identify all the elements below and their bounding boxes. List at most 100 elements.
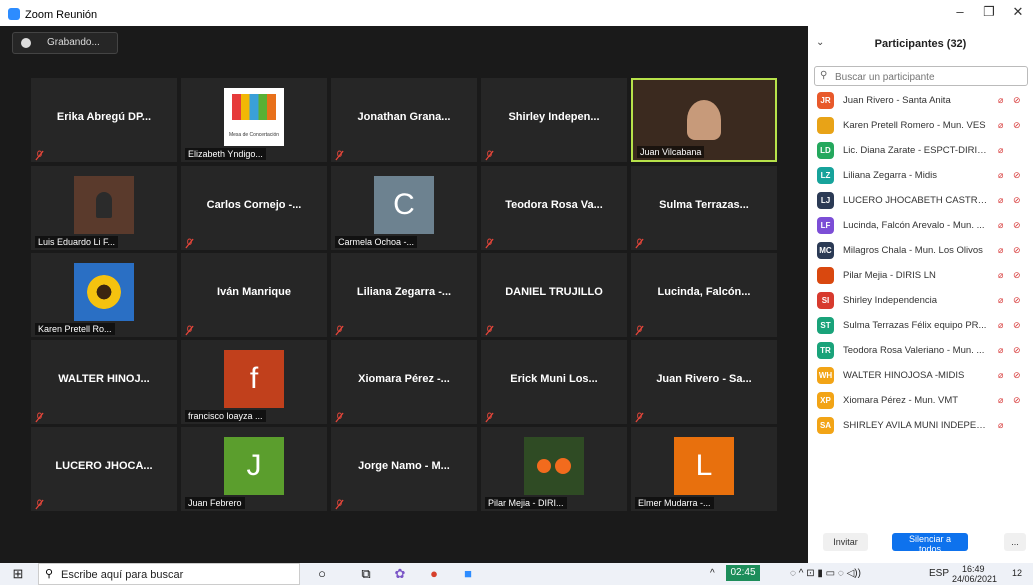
tray-icons[interactable]: ◌ ^ ⊡ ▮ ▭ ◌ ◁)) (790, 568, 861, 579)
participant-row[interactable]: MC Milagros Chala - Mun. Los Olivos ⌀ ⊘ (808, 238, 1033, 263)
video-tile[interactable]: Sulma Terrazas... (631, 166, 777, 250)
zoom-taskbar-icon[interactable]: ■ (460, 566, 476, 582)
video-tile[interactable]: LUCERO JHOCA... (31, 427, 177, 511)
video-tile[interactable]: Juan Vilcabana (631, 78, 777, 162)
mic-muted-icon[interactable]: ⌀ (998, 370, 1003, 381)
video-tile[interactable]: Carlos Cornejo -... (181, 166, 327, 250)
avatar: Mesa de Concertación (224, 88, 284, 146)
minimize-button[interactable]: – (950, 4, 970, 19)
app-icon[interactable]: ✿ (392, 566, 408, 582)
participant-label: Juan Vilcabana (637, 146, 705, 158)
participant-label: Pilar Mejia - DIRI... (485, 497, 567, 509)
search-input[interactable] (833, 69, 1022, 85)
mic-muted-icon[interactable]: ⌀ (998, 120, 1003, 131)
participant-row[interactable]: LZ Liliana Zegarra - Midis ⌀ ⊘ (808, 163, 1033, 188)
mic-muted-icon[interactable]: ⌀ (998, 295, 1003, 306)
video-tile[interactable]: Xiomara Pérez -... (331, 340, 477, 424)
mic-muted-icon[interactable]: ⌀ (998, 270, 1003, 281)
mic-muted-icon[interactable]: ⌀ (998, 345, 1003, 356)
mute-all-button[interactable]: Silenciar a todos (892, 533, 968, 554)
video-off-icon[interactable]: ⊘ (1013, 295, 1021, 306)
video-tile[interactable]: Jorge Namo - M... (331, 427, 477, 511)
windows-start-icon[interactable]: ⊞ (10, 566, 26, 582)
video-tile[interactable]: Pilar Mejia - DIRI... (481, 427, 627, 511)
avatar: TR (817, 342, 834, 359)
video-tile[interactable]: Erika Abregú DP... (31, 78, 177, 162)
participant-row[interactable]: LJ LUCERO JHOCABETH CASTRO S... ⌀ ⊘ (808, 188, 1033, 213)
video-tile[interactable]: Jonathan Grana... (331, 78, 477, 162)
cortana-icon[interactable]: ○ (314, 566, 330, 582)
recording-indicator[interactable]: Grabando... (12, 32, 118, 54)
logo-text: Mesa de Concertación (228, 132, 280, 138)
language-indicator[interactable]: ESP (929, 568, 949, 579)
participant-row[interactable]: WH WALTER HINOJOSA -MIDIS ⌀ ⊘ (808, 363, 1033, 388)
mic-muted-icon[interactable]: ⌀ (998, 420, 1003, 431)
taskbar-search[interactable]: ⚲ Escribe aquí para buscar (38, 563, 300, 585)
video-off-icon[interactable]: ⊘ (1013, 270, 1021, 281)
mic-muted-icon[interactable]: ⌀ (998, 245, 1003, 256)
video-tile[interactable]: Shirley Indepen... (481, 78, 627, 162)
video-off-icon[interactable]: ⊘ (1013, 370, 1021, 381)
notifications-badge[interactable]: 12 (1012, 568, 1022, 578)
participant-name: Lic. Diana Zarate - ESPCT-DIRIS LN (843, 145, 991, 156)
participant-row[interactable]: LF Lucinda, Falcón Arevalo - Mun. ... ⌀ ⊘ (808, 213, 1033, 238)
chevron-up-icon[interactable]: ^ (710, 568, 715, 579)
task-view-icon[interactable]: ⧉ (358, 566, 374, 582)
participant-row[interactable]: Pilar Mejia - DIRIS LN ⌀ ⊘ (808, 263, 1033, 288)
video-tile[interactable]: Lucinda, Falcón... (631, 253, 777, 337)
participant-row[interactable]: XP Xiomara Pérez - Mun. VMT ⌀ ⊘ (808, 388, 1033, 413)
mic-muted-icon[interactable]: ⌀ (998, 220, 1003, 231)
video-tile[interactable]: Erick Muni Los... (481, 340, 627, 424)
video-tile[interactable]: Karen Pretell Ro... (31, 253, 177, 337)
participant-row[interactable]: ST Sulma Terrazas Félix equipo PR... ⌀ ⊘ (808, 313, 1033, 338)
video-off-icon[interactable]: ⊘ (1013, 120, 1021, 131)
video-off-icon[interactable]: ⊘ (1013, 220, 1021, 231)
participant-row[interactable]: Karen Pretell Romero - Mun. VES ⌀ ⊘ (808, 113, 1033, 138)
video-off-icon[interactable]: ⊘ (1013, 95, 1021, 106)
video-tile[interactable]: f francisco loayza ... (181, 340, 327, 424)
participant-row[interactable]: JR Juan Rivero - Santa Anita ⌀ ⊘ (808, 88, 1033, 113)
participant-row[interactable]: LD Lic. Diana Zarate - ESPCT-DIRIS LN ⌀ (808, 138, 1033, 163)
mic-muted-icon[interactable]: ⌀ (998, 95, 1003, 106)
mic-muted-icon (185, 236, 194, 249)
mic-muted-icon[interactable]: ⌀ (998, 320, 1003, 331)
participant-label: Juan Febrero (185, 497, 245, 509)
video-off-icon[interactable]: ⊘ (1013, 245, 1021, 256)
invite-button[interactable]: Invitar (823, 533, 868, 551)
mic-muted-icon[interactable]: ⌀ (998, 395, 1003, 406)
clock-date: 24/06/2021 (952, 574, 998, 584)
video-tile[interactable]: Juan Rivero - Sa... (631, 340, 777, 424)
participant-name: LUCERO JHOCABETH CASTRO S... (843, 195, 991, 206)
maximize-button[interactable]: ❐ (979, 4, 999, 20)
close-button[interactable]: ✕ (1008, 4, 1028, 20)
video-tile[interactable]: J Juan Febrero (181, 427, 327, 511)
mic-muted-icon[interactable]: ⌀ (998, 145, 1003, 156)
video-tile[interactable]: L Elmer Mudarra -... (631, 427, 777, 511)
video-tile[interactable]: DANIEL TRUJILLO (481, 253, 627, 337)
mic-muted-icon[interactable]: ⌀ (998, 170, 1003, 181)
participant-name: Pilar Mejia - DIRIS LN (843, 270, 936, 281)
participant-row[interactable]: SA SHIRLEY AVILA MUNI INDEPENDENCIA ⌀ (808, 413, 1033, 438)
chrome-icon[interactable]: ● (426, 566, 442, 582)
video-off-icon[interactable]: ⊘ (1013, 320, 1021, 331)
avatar: J (224, 437, 284, 495)
more-button[interactable]: ... (1004, 533, 1026, 551)
video-off-icon[interactable]: ⊘ (1013, 395, 1021, 406)
video-tile[interactable]: Luis Eduardo Li F... (31, 166, 177, 250)
participant-name: Karen Pretell Romero - Mun. VES (843, 120, 986, 131)
participant-search[interactable]: ⚲ (814, 66, 1028, 86)
video-tile[interactable]: Liliana Zegarra -... (331, 253, 477, 337)
video-off-icon[interactable]: ⊘ (1013, 170, 1021, 181)
video-off-icon[interactable]: ⊘ (1013, 195, 1021, 206)
video-tile[interactable]: WALTER HINOJ... (31, 340, 177, 424)
participant-label: Carmela Ochoa -... (335, 236, 418, 248)
participant-row[interactable]: SI Shirley Independencia ⌀ ⊘ (808, 288, 1033, 313)
video-tile[interactable]: Iván Manrique (181, 253, 327, 337)
video-off-icon[interactable]: ⊘ (1013, 345, 1021, 356)
video-tile[interactable]: C Carmela Ochoa -... (331, 166, 477, 250)
flowers-image (524, 437, 584, 495)
mic-muted-icon[interactable]: ⌀ (998, 195, 1003, 206)
video-tile[interactable]: Mesa de Concertación Elizabeth Yndigo... (181, 78, 327, 162)
participant-row[interactable]: TR Teodora Rosa Valeriano - Mun. ... ⌀ ⊘ (808, 338, 1033, 363)
video-tile[interactable]: Teodora Rosa Va... (481, 166, 627, 250)
